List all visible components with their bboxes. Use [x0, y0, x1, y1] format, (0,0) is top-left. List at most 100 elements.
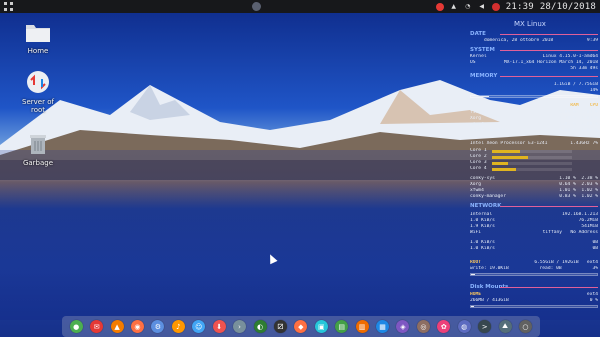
desktop-icon-label: Home — [27, 47, 49, 55]
section-memory: MEMORY — [470, 73, 598, 79]
alert-icon[interactable]: ▲ — [450, 3, 458, 11]
messenger-icon[interactable]: ✿ — [437, 320, 451, 333]
network-rate: 1.0 KiB/s — [470, 246, 495, 251]
network-icon[interactable]: ◔ — [464, 3, 472, 11]
dock: ● ✉ ▲ ◉ ⚙ ♪ ☺ ⬇ › ◐ ⚂ ◆ ▣ ▤ ▥ ▦ ◈ ◎ ✿ ◍ > ⛰ ○ — [62, 316, 540, 337]
process-cpu: 2.01 % — [581, 110, 598, 115]
process-name: conky-manager — [470, 128, 506, 133]
mail-icon[interactable]: ✉ — [90, 320, 104, 333]
wifi-address: No Address — [570, 230, 598, 235]
workspace-icon[interactable] — [252, 2, 261, 11]
root-write: write: 19.0KiB — [470, 266, 509, 271]
image-viewer-icon[interactable]: ◆ — [294, 320, 308, 333]
process-ram: 2.38 % — [581, 176, 598, 181]
clock-date[interactable]: 28/10/2018 — [540, 2, 596, 12]
dice-game-icon[interactable]: ⚂ — [273, 320, 287, 333]
disk-bar — [470, 305, 598, 308]
color-picker-icon[interactable]: ◍ — [457, 320, 471, 333]
process-cpu: 1.10 % — [559, 176, 576, 181]
system-tray: ▲ ◔ ◀ 21:39 28/10/2018 — [435, 0, 600, 13]
core-bar — [492, 150, 572, 153]
cpu-model: Intel Xeon Processor E3-1241 — [470, 141, 548, 146]
audio-player-icon[interactable]: ♪ — [171, 320, 185, 333]
terminal-icon[interactable]: > — [478, 320, 492, 333]
section-network: NETWORK — [470, 203, 598, 209]
ram-header: RAM — [570, 103, 579, 108]
root-percent: 3% — [592, 266, 598, 271]
core-bar — [492, 162, 572, 165]
grid-icon — [3, 2, 13, 11]
top-panel: ▲ ◔ ◀ 21:39 28/10/2018 — [0, 0, 600, 13]
power-icon[interactable] — [491, 2, 500, 11]
spreadsheet-icon[interactable]: ▤ — [335, 320, 349, 333]
applications-menu-button[interactable] — [0, 0, 16, 13]
firefox-icon[interactable]: ◉ — [130, 320, 144, 333]
core-bar — [492, 156, 572, 159]
process-row: conky-manager 0.89 % 1.02 % — [470, 128, 598, 134]
memory-bar — [470, 95, 598, 98]
process-cpu: 1.01 % — [581, 116, 598, 121]
memory-row: 14% — [470, 88, 598, 94]
vlc-media-icon[interactable]: ▲ — [110, 320, 124, 333]
section-date: DATE — [470, 31, 598, 37]
network-key: WiFi — [470, 230, 482, 235]
disk-percent: 0 % — [589, 298, 598, 303]
presentation-icon[interactable]: ▥ — [355, 320, 369, 333]
record-icon[interactable] — [435, 2, 444, 11]
process-ram: 1.02 % — [581, 188, 598, 193]
cpu-header: CPU — [589, 103, 598, 108]
desktop-icon-home[interactable]: Home — [16, 22, 60, 55]
disk-row: 266MB / 413GiB 0 % — [470, 298, 598, 304]
gimp-icon[interactable]: ◎ — [416, 320, 430, 333]
process-header: RAM CPU — [470, 103, 598, 109]
root-usage: 6.55GiB / 192GiB — [534, 260, 579, 265]
photo-editor-icon[interactable]: ⛰ — [498, 320, 512, 333]
process-ram: 1.02 % — [581, 194, 598, 199]
text-document-icon[interactable]: ▦ — [376, 320, 390, 333]
desktop-icon-label: Server of root — [22, 98, 54, 114]
time-value: 9:39 — [586, 38, 598, 43]
shutdown-icon[interactable]: ○ — [518, 320, 532, 333]
mx-package-installer-icon[interactable]: ● — [69, 320, 83, 333]
folder-icon — [26, 25, 50, 42]
file-manager-icon[interactable]: ▣ — [314, 320, 328, 333]
process-cpu: 1.00 % — [581, 122, 598, 127]
process-cpu: 1.01 % — [559, 188, 576, 193]
network-server-icon — [27, 71, 49, 93]
process-ram: 5.89 % — [559, 110, 576, 115]
root-read: read: 0B — [539, 266, 562, 271]
settings-icon[interactable]: ⚙ — [151, 320, 165, 333]
process-ram: 1.10 % — [559, 116, 576, 121]
desktop-icon-server[interactable]: Server of root — [16, 70, 60, 114]
terminal-tool-icon[interactable]: › — [233, 320, 247, 333]
volume-icon[interactable]: ◀ — [478, 3, 486, 11]
system-row: 5h 33m 49s — [470, 66, 598, 72]
installer-icon[interactable]: ⬇ — [212, 320, 226, 333]
process-ram: 2.03 % — [581, 182, 598, 187]
process-name: conky-manager — [470, 194, 506, 199]
cpu-usage: 7% — [592, 141, 598, 146]
wifi-ssid: tiffany — [542, 230, 563, 235]
network-row: WiFi tiffany No Address — [470, 230, 598, 236]
section-disks: Disk Mounts — [470, 284, 598, 290]
trash-icon — [30, 135, 46, 154]
network-total: 0B — [592, 246, 598, 251]
root-fs: ext4 — [586, 260, 598, 265]
cpu-top-row: conky-manager 0.83 % 1.02 % — [470, 194, 598, 200]
process-ram: 1.01 % — [559, 122, 576, 127]
system-value: 5h 33m 49s — [570, 66, 598, 71]
network-rate-row: 1.0 KiB/s 0B — [470, 246, 598, 252]
database-icon[interactable]: ◈ — [396, 320, 410, 333]
date-value: domenica, 28 ottobre 2018 — [484, 38, 554, 43]
date-row: domenica, 28 ottobre 2018 9:39 — [470, 38, 598, 44]
desktop-icon-label: Garbage — [22, 159, 54, 167]
process-cpu: 0.64 % — [559, 182, 576, 187]
desktop-icon-trash[interactable]: Garbage — [16, 133, 60, 167]
process-cpu: 0.83 % — [559, 194, 576, 199]
system-monitor-icon[interactable]: ◐ — [253, 320, 267, 333]
disk-usage: 266MB / 413GiB — [470, 298, 509, 303]
root-io-row: write: 19.0KiB read: 0B 3% — [470, 266, 598, 272]
clock-time[interactable]: 21:39 — [506, 2, 534, 12]
user-manager-icon[interactable]: ☺ — [192, 320, 206, 333]
conky-title: MX Linux — [514, 20, 546, 28]
